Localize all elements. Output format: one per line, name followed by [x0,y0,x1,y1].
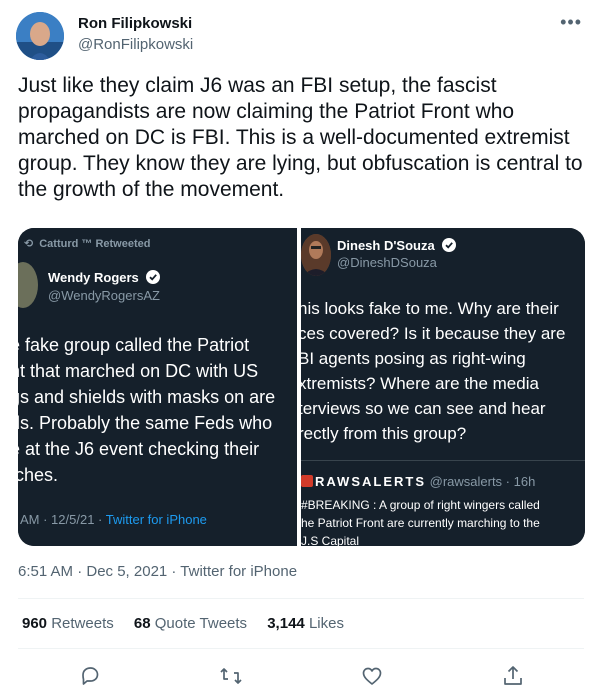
more-icon[interactable]: ••• [560,12,582,33]
retweet-small-icon: ⟲ [24,238,34,250]
embedded-tweet-text: e fake group called the Patriot nt that … [18,335,276,485]
tweet-header: Ron Filipkowski @RonFilipkowski ••• [16,10,586,62]
media-image-left[interactable]: ⟲ Catturd ™ Retweeted Wendy Rogers @Wendy… [18,228,297,546]
author-handle[interactable]: @RonFilipkowski [78,36,193,53]
tweet-timestamp[interactable]: 6:51 AM · Dec 5, 2021 · Twitter for iPho… [18,563,297,580]
embedded-avatar-right [301,234,331,276]
embedded-author-handle: @WendyRogersAZ [48,288,160,303]
author-name[interactable]: Ron Filipkowski [78,15,192,32]
embedded-author-name-right: Dinesh D'Souza [337,238,457,253]
embedded-tweet-footer: AM · 12/5/21 · Twitter for iPhone [20,512,207,527]
quoted-tweet-header: RAWSALERTS @rawsalerts · 16h [301,474,535,489]
media-image-right[interactable]: Dinesh D'Souza @DineshDSouza his looks f… [301,228,585,546]
verified-badge-icon [442,238,457,252]
divider [18,648,584,649]
quoted-tweet-text: #BREAKING : A group of right wingers cal… [301,498,540,546]
embedded-author-name: Wendy Rogers [48,270,161,285]
retweet-line: ⟲ Catturd ™ Retweeted [24,238,151,250]
author-avatar[interactable] [16,12,64,60]
embedded-avatar [18,262,38,308]
tweet-text: Just like they claim J6 was an FBI setup… [18,74,583,201]
reply-icon[interactable] [78,664,102,688]
quote-tweets-stat[interactable]: 68 Quote Tweets [134,615,247,632]
tweet-stats: 960 Retweets 68 Quote Tweets 3,144 Likes [22,615,360,632]
verified-badge-icon [146,270,161,284]
like-icon[interactable] [360,664,384,688]
likes-stat[interactable]: 3,144 Likes [267,615,344,632]
tweet-media[interactable]: ⟲ Catturd ™ Retweeted Wendy Rogers @Wendy… [18,228,585,546]
divider [18,598,584,599]
quote-divider [301,460,585,461]
embedded-tweet-text-right: his looks fake to me. Why are their ces … [301,299,566,443]
rawsalerts-logo-icon [301,475,313,487]
retweet-icon[interactable] [219,664,243,688]
embedded-author-handle-right: @DineshDSouza [337,255,437,270]
retweets-stat[interactable]: 960 Retweets [22,615,114,632]
share-icon[interactable] [501,664,525,688]
tweet-actions [0,660,602,694]
